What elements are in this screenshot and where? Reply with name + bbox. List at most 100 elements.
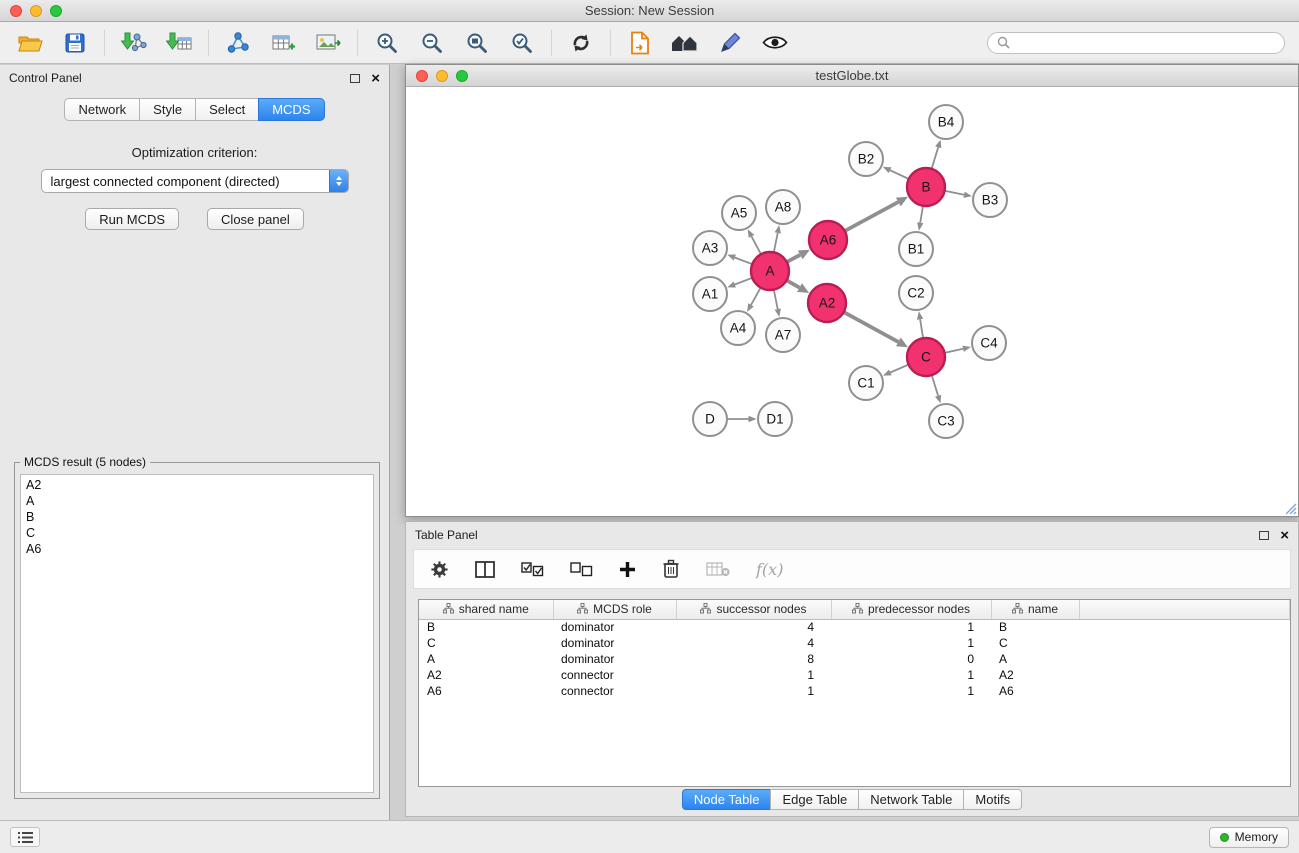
table-row[interactable]: Cdominator41C: [419, 635, 1290, 651]
tab-mcds[interactable]: MCDS: [258, 98, 324, 121]
toggle-details-button[interactable]: [755, 26, 795, 60]
graph-edge-A-A6[interactable]: [787, 255, 800, 262]
resize-grip-icon[interactable]: [1285, 503, 1297, 515]
delete-table-button[interactable]: [706, 561, 730, 577]
mcds-result-item[interactable]: A6: [26, 541, 368, 557]
mcds-result-item[interactable]: A: [26, 493, 368, 509]
graph-node-B4[interactable]: B4: [929, 105, 963, 139]
graph-edge-A-A3[interactable]: [735, 258, 753, 265]
column-header-successor-nodes[interactable]: successor nodes: [676, 600, 831, 619]
mcds-result-item[interactable]: A2: [26, 477, 368, 493]
tab-select[interactable]: Select: [195, 98, 259, 121]
minimize-button[interactable]: [30, 5, 42, 17]
graph-node-D1[interactable]: D1: [758, 402, 792, 436]
run-mcds-button[interactable]: Run MCDS: [85, 208, 179, 230]
graph-edge-C-C4[interactable]: [945, 349, 964, 353]
save-session-button[interactable]: [55, 26, 95, 60]
tab-node-table[interactable]: Node Table: [682, 789, 772, 810]
graph-node-B1[interactable]: B1: [899, 232, 933, 266]
import-network-button[interactable]: [114, 26, 154, 60]
network-minimize-button[interactable]: [436, 70, 448, 82]
graph-node-A5[interactable]: A5: [722, 196, 756, 230]
mcds-result-item[interactable]: B: [26, 509, 368, 525]
function-builder-button[interactable]: f(x): [756, 560, 783, 579]
mcds-result-item[interactable]: C: [26, 525, 368, 541]
table-row[interactable]: A2connector11A2: [419, 667, 1290, 683]
graph-node-A8[interactable]: A8: [766, 190, 800, 224]
show-columns-button[interactable]: [475, 561, 495, 578]
network-zoom-button[interactable]: [456, 70, 468, 82]
close-button[interactable]: [10, 5, 22, 17]
graph-edge-B-B1[interactable]: [920, 206, 923, 223]
home-views-button[interactable]: [665, 26, 705, 60]
graph-node-B3[interactable]: B3: [973, 183, 1007, 217]
network-graph[interactable]: B4B2BB3A8A5A6B1A3AC2A1A2A4A7C4CC1C3DD1: [406, 88, 1298, 516]
graph-edge-B-B2[interactable]: [890, 170, 909, 179]
close-table-panel-button[interactable]: ×: [1280, 528, 1289, 543]
graph-edge-A6-B[interactable]: [845, 202, 899, 231]
graph-node-C2[interactable]: C2: [899, 276, 933, 310]
zoom-in-button[interactable]: [367, 26, 407, 60]
apply-layout-button[interactable]: [561, 26, 601, 60]
graph-node-A3[interactable]: A3: [693, 231, 727, 265]
graph-node-B[interactable]: B: [907, 168, 945, 206]
graph-edge-A-A5[interactable]: [752, 236, 762, 254]
column-header-name[interactable]: name: [991, 600, 1079, 619]
graph-node-A[interactable]: A: [751, 252, 789, 290]
delete-column-button[interactable]: [662, 559, 680, 579]
new-network-button[interactable]: [218, 26, 258, 60]
search-input[interactable]: [1015, 36, 1275, 50]
network-close-button[interactable]: [416, 70, 428, 82]
graph-edge-B-B3[interactable]: [945, 191, 964, 195]
tab-motifs[interactable]: Motifs: [963, 789, 1022, 810]
close-panel-button[interactable]: ×: [371, 71, 380, 86]
graph-node-D[interactable]: D: [693, 402, 727, 436]
style-button[interactable]: [710, 26, 750, 60]
network-canvas[interactable]: B4B2BB3A8A5A6B1A3AC2A1A2A4A7C4CC1C3DD1: [406, 88, 1298, 516]
task-history-button[interactable]: [10, 827, 40, 847]
graph-node-C[interactable]: C: [907, 338, 945, 376]
graph-node-A7[interactable]: A7: [766, 318, 800, 352]
table-row[interactable]: Bdominator41B: [419, 619, 1290, 635]
graph-node-B2[interactable]: B2: [849, 142, 883, 176]
graph-edge-C-C3[interactable]: [932, 375, 938, 396]
tab-edge-table[interactable]: Edge Table: [770, 789, 859, 810]
graph-edge-C-C2[interactable]: [920, 319, 923, 338]
graph-edge-C-C1[interactable]: [890, 365, 908, 373]
table-settings-button[interactable]: [430, 560, 449, 579]
deselect-all-button[interactable]: [570, 562, 593, 577]
graph-node-A4[interactable]: A4: [721, 311, 755, 345]
graph-node-C1[interactable]: C1: [849, 366, 883, 400]
column-header-shared-name[interactable]: shared name: [419, 600, 553, 619]
import-table-button[interactable]: [159, 26, 199, 60]
tab-network[interactable]: Network: [64, 98, 140, 121]
tab-style[interactable]: Style: [139, 98, 196, 121]
graph-edge-A-A2[interactable]: [787, 280, 800, 287]
mcds-result-list[interactable]: A2ABCA6: [20, 474, 374, 793]
graph-node-A2[interactable]: A2: [808, 284, 846, 322]
zoom-fit-button[interactable]: [457, 26, 497, 60]
zoom-out-button[interactable]: [412, 26, 452, 60]
close-panel-button-2[interactable]: Close panel: [207, 208, 304, 230]
zoom-button[interactable]: [50, 5, 62, 17]
session-document-button[interactable]: [620, 26, 660, 60]
open-session-button[interactable]: [10, 26, 50, 60]
memory-button[interactable]: Memory: [1209, 827, 1289, 848]
graph-edge-B-B4[interactable]: [932, 147, 939, 169]
export-image-button[interactable]: [308, 26, 348, 60]
select-all-button[interactable]: [521, 562, 544, 577]
tab-network-table[interactable]: Network Table: [858, 789, 964, 810]
new-table-button[interactable]: [263, 26, 303, 60]
graph-edge-A-A1[interactable]: [735, 278, 753, 285]
criterion-dropdown[interactable]: largest connected component (directed): [41, 169, 349, 193]
graph-edge-A2-C[interactable]: [844, 312, 899, 342]
graph-edge-A-A8[interactable]: [774, 233, 778, 252]
graph-node-C4[interactable]: C4: [972, 326, 1006, 360]
graph-node-C3[interactable]: C3: [929, 404, 963, 438]
graph-edge-A-A4[interactable]: [751, 288, 761, 305]
zoom-selected-button[interactable]: [502, 26, 542, 60]
table-row[interactable]: Adominator80A: [419, 651, 1290, 667]
graph-node-A6[interactable]: A6: [809, 221, 847, 259]
table-row[interactable]: A6connector11A6: [419, 683, 1290, 699]
float-table-panel-button[interactable]: [1259, 531, 1269, 540]
